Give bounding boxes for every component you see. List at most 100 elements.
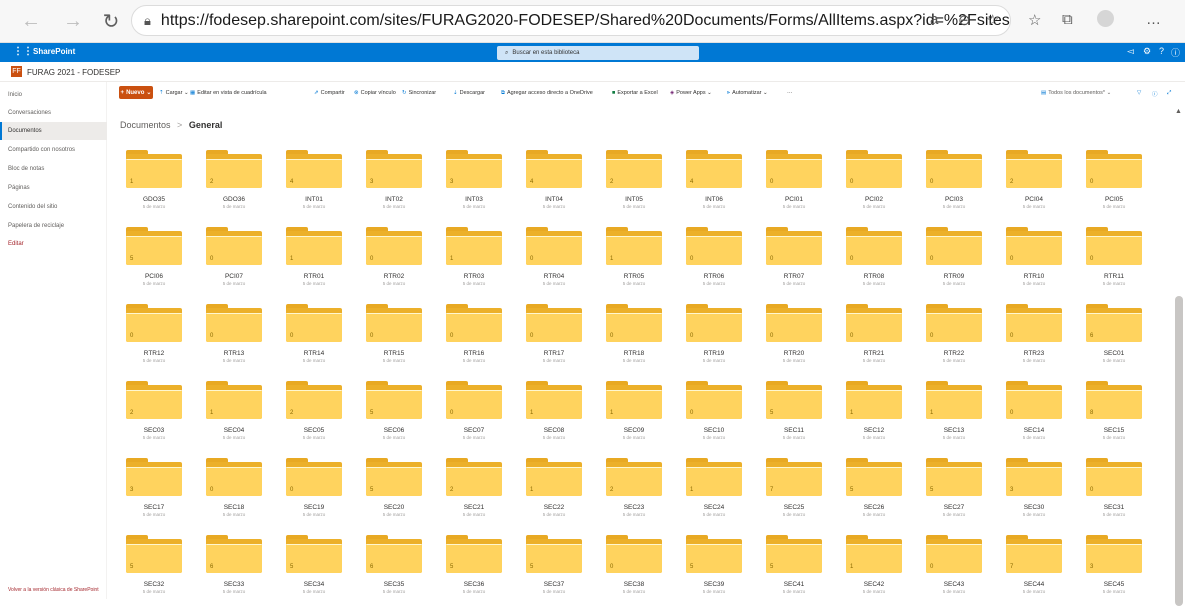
classic-view-link[interactable]: Volver a la versión clásica de SharePoin… <box>8 587 99 593</box>
folder-tile[interactable]: 0 RTR17 5 de marzo <box>514 300 594 378</box>
folder-icon[interactable]: 5 <box>846 454 902 496</box>
folder-tile[interactable]: 1 SEC04 5 de marzo <box>194 377 274 455</box>
folder-name[interactable]: RTR20 <box>754 350 834 357</box>
folder-name[interactable]: SEC36 <box>434 581 514 588</box>
folder-icon[interactable]: 1 <box>286 223 342 265</box>
folder-tile[interactable]: 4 INT01 5 de marzo <box>274 146 354 224</box>
more-icon[interactable]: … <box>1146 11 1161 28</box>
folder-name[interactable]: RTR01 <box>274 273 354 280</box>
folder-tile[interactable]: 6 SEC33 5 de marzo <box>194 531 274 609</box>
folder-tile[interactable]: 0 RTR04 5 de marzo <box>514 223 594 301</box>
sharepoint-brand[interactable]: SharePoint <box>33 47 75 56</box>
folder-name[interactable]: RTR09 <box>914 273 994 280</box>
folder-tile[interactable]: 0 PCI02 5 de marzo <box>834 146 914 224</box>
folder-tile[interactable]: 1 RTR05 5 de marzo <box>594 223 674 301</box>
folder-tile[interactable]: 0 SEC31 5 de marzo <box>1074 454 1154 532</box>
site-title[interactable]: FURAG 2021 - FODESEP <box>27 68 120 77</box>
folder-icon[interactable]: 1 <box>606 223 662 265</box>
folder-tile[interactable]: 5 SEC27 5 de marzo <box>914 454 994 532</box>
folder-icon[interactable]: 5 <box>286 531 342 573</box>
url-text[interactable]: https://fodesep.sharepoint.com/sites/FUR… <box>161 12 1010 30</box>
folder-icon[interactable]: 0 <box>686 223 742 265</box>
upload-button[interactable]: ⇡ Cargar ⌄ <box>159 90 189 96</box>
share-button[interactable]: ⇗ Compartir <box>314 90 345 96</box>
folder-icon[interactable]: 5 <box>366 377 422 419</box>
folder-icon[interactable]: 0 <box>206 223 262 265</box>
folder-name[interactable]: INT04 <box>514 196 594 203</box>
folder-name[interactable]: SEC08 <box>514 427 594 434</box>
folder-name[interactable]: SEC32 <box>114 581 194 588</box>
folder-name[interactable]: PCI02 <box>834 196 914 203</box>
info-icon[interactable]: ⓘ <box>1152 90 1158 98</box>
folder-icon[interactable]: 1 <box>606 377 662 419</box>
folder-name[interactable]: SEC44 <box>994 581 1074 588</box>
folder-icon[interactable]: 0 <box>446 377 502 419</box>
folder-name[interactable]: PCI01 <box>754 196 834 203</box>
folder-name[interactable]: SEC26 <box>834 504 914 511</box>
folder-tile[interactable]: 4 INT04 5 de marzo <box>514 146 594 224</box>
folder-name[interactable]: RTR05 <box>594 273 674 280</box>
filter-icon[interactable]: ▽ <box>1137 90 1141 96</box>
folder-tile[interactable]: 0 RTR09 5 de marzo <box>914 223 994 301</box>
folder-icon[interactable]: 0 <box>686 377 742 419</box>
sync-button[interactable]: ↻ Sincronizar <box>402 90 436 96</box>
folder-icon[interactable]: 0 <box>1086 223 1142 265</box>
folder-name[interactable]: SEC14 <box>994 427 1074 434</box>
folder-icon[interactable]: 0 <box>1086 454 1142 496</box>
folder-tile[interactable]: 5 SEC11 5 de marzo <box>754 377 834 455</box>
folder-name[interactable]: RTR04 <box>514 273 594 280</box>
folder-tile[interactable]: 7 SEC44 5 de marzo <box>994 531 1074 609</box>
nav-edit-link[interactable]: Editar <box>0 235 107 253</box>
profile-avatar[interactable] <box>1097 10 1114 27</box>
folder-tile[interactable]: 6 SEC01 5 de marzo <box>1074 300 1154 378</box>
folder-tile[interactable]: 0 RTR23 5 de marzo <box>994 300 1074 378</box>
folder-tile[interactable]: 0 RTR22 5 de marzo <box>914 300 994 378</box>
folder-icon[interactable]: 5 <box>766 531 822 573</box>
folder-icon[interactable]: 0 <box>1006 300 1062 342</box>
folder-icon[interactable]: 1 <box>846 531 902 573</box>
add-shortcut-button[interactable]: ⧉ Agregar acceso directo a OneDrive <box>501 90 593 97</box>
folder-name[interactable]: GDO36 <box>194 196 274 203</box>
folder-tile[interactable]: 5 SEC06 5 de marzo <box>354 377 434 455</box>
folder-tile[interactable]: 3 INT02 5 de marzo <box>354 146 434 224</box>
folder-icon[interactable]: 3 <box>366 146 422 188</box>
folder-tile[interactable]: 0 SEC14 5 de marzo <box>994 377 1074 455</box>
folder-icon[interactable]: 5 <box>766 377 822 419</box>
account-icon[interactable]: ⓘ <box>1171 46 1180 59</box>
folder-icon[interactable]: 3 <box>1006 454 1062 496</box>
folder-tile[interactable]: 0 RTR10 5 de marzo <box>994 223 1074 301</box>
folder-name[interactable]: PCI04 <box>994 196 1074 203</box>
folder-name[interactable]: SEC33 <box>194 581 274 588</box>
folder-tile[interactable]: 0 RTR21 5 de marzo <box>834 300 914 378</box>
folder-name[interactable]: SEC10 <box>674 427 754 434</box>
grid-edit-button[interactable]: ▦ Editar en vista de cuadrícula <box>190 90 267 96</box>
folder-tile[interactable]: 4 INT06 5 de marzo <box>674 146 754 224</box>
folder-icon[interactable]: 1 <box>846 377 902 419</box>
folder-name[interactable]: SEC37 <box>514 581 594 588</box>
site-logo[interactable]: FF <box>11 66 22 77</box>
folder-name[interactable]: INT05 <box>594 196 674 203</box>
folder-tile[interactable]: 0 SEC38 5 de marzo <box>594 531 674 609</box>
folder-icon[interactable]: 0 <box>926 300 982 342</box>
folder-tile[interactable]: 1 RTR03 5 de marzo <box>434 223 514 301</box>
folder-tile[interactable]: 2 SEC23 5 de marzo <box>594 454 674 532</box>
nav-item-contenido[interactable]: Contenido del sitio <box>0 198 107 216</box>
folder-icon[interactable]: 1 <box>206 377 262 419</box>
folder-tile[interactable]: 6 SEC35 5 de marzo <box>354 531 434 609</box>
folder-name[interactable]: SEC43 <box>914 581 994 588</box>
folder-tile[interactable]: 5 SEC39 5 de marzo <box>674 531 754 609</box>
folder-icon[interactable]: 3 <box>446 146 502 188</box>
folder-icon[interactable]: 8 <box>1086 377 1142 419</box>
folder-tile[interactable]: 1 SEC24 5 de marzo <box>674 454 754 532</box>
folder-icon[interactable]: 1 <box>446 223 502 265</box>
app-launcher-icon[interactable]: ⋮⋮ <box>13 46 33 57</box>
library-search-input[interactable]: ⌕ Buscar en esta biblioteca <box>497 46 699 60</box>
folder-icon[interactable]: 0 <box>846 300 902 342</box>
folder-name[interactable]: SEC17 <box>114 504 194 511</box>
folder-tile[interactable]: 1 GDO35 5 de marzo <box>114 146 194 224</box>
folder-name[interactable]: SEC07 <box>434 427 514 434</box>
folder-tile[interactable]: 0 SEC07 5 de marzo <box>434 377 514 455</box>
folder-tile[interactable]: 5 SEC32 5 de marzo <box>114 531 194 609</box>
folder-name[interactable]: SEC24 <box>674 504 754 511</box>
folder-tile[interactable]: 1 SEC12 5 de marzo <box>834 377 914 455</box>
